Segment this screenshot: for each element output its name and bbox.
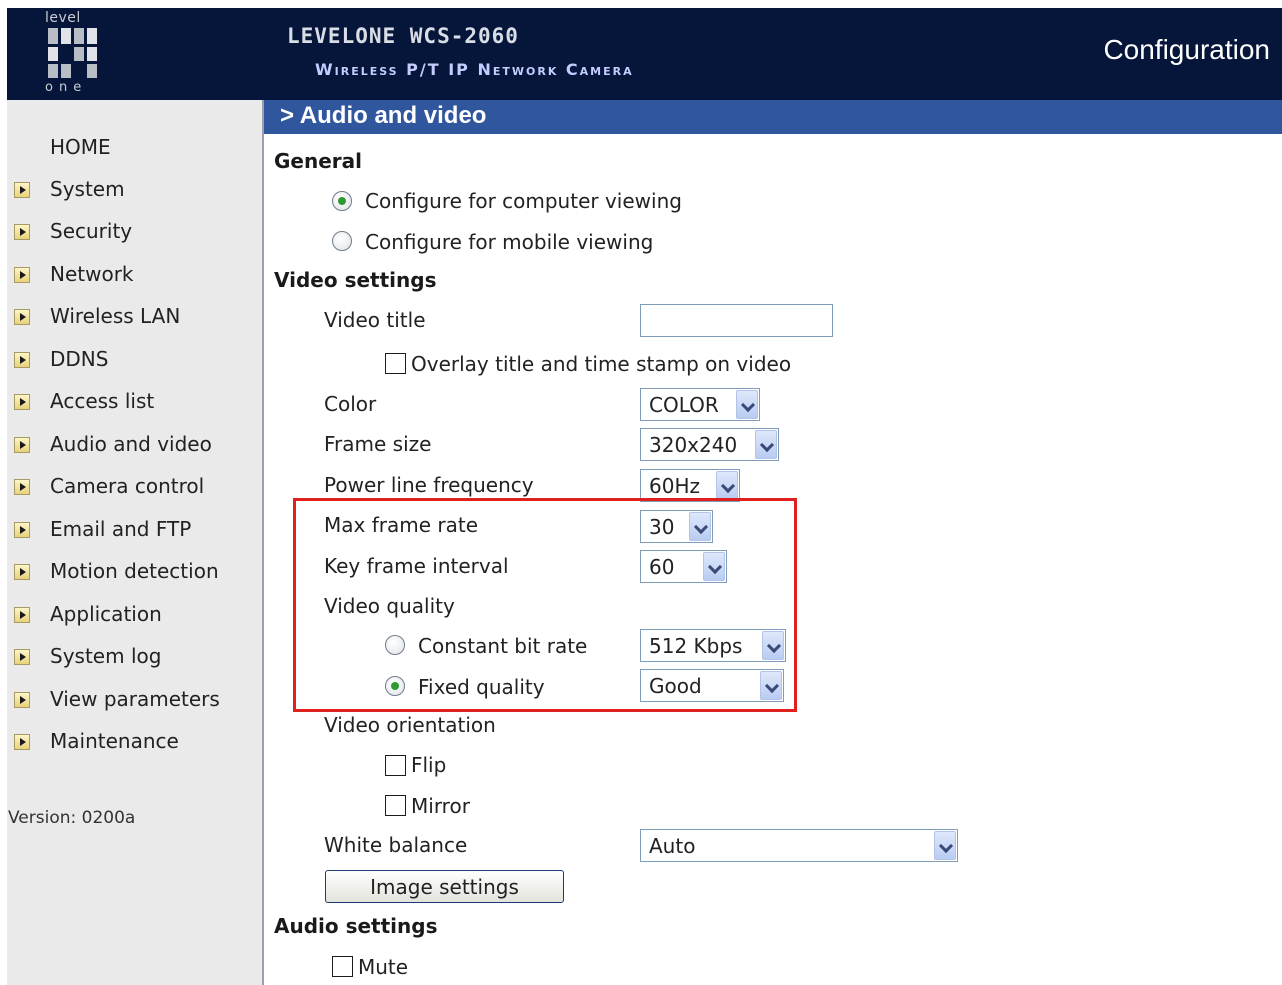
arrow-right-icon [14, 267, 30, 283]
firmware-version: Version: 0200a [8, 808, 136, 828]
page-title: Configuration [1103, 34, 1270, 65]
sidebar-item-label: Audio and video [50, 432, 212, 456]
sidebar-item-label: Maintenance [50, 729, 179, 753]
sidebar-item-label: Email and FTP [50, 517, 192, 541]
mirror-label: Mirror [411, 794, 470, 818]
color-label: Color [324, 392, 377, 416]
arrow-right-icon [14, 309, 30, 325]
sidebar-item-label: System log [50, 644, 162, 668]
sidebar-divider [262, 100, 264, 985]
arrow-right-icon [14, 607, 30, 623]
mirror-checkbox[interactable] [385, 795, 406, 816]
flip-label: Flip [411, 753, 447, 777]
chevron-down-icon[interactable] [755, 430, 777, 459]
arrow-right-icon [14, 224, 30, 240]
sidebar-item-label: Motion detection [50, 559, 219, 583]
sidebar-item-label: System [50, 177, 125, 201]
general-heading: General [274, 149, 362, 173]
arrow-right-icon [14, 437, 30, 453]
sidebar-item-label: Application [50, 602, 162, 626]
mute-checkbox[interactable] [332, 956, 353, 977]
chevron-down-icon[interactable] [934, 831, 956, 860]
power-line-frequency-label: Power line frequency [324, 473, 534, 497]
sidebar-item-label: Wireless LAN [50, 304, 181, 328]
arrow-right-icon [14, 649, 30, 665]
arrow-right-icon [14, 352, 30, 368]
product-description: Wireless P/T IP Network Camera [315, 60, 634, 79]
sidebar-item-label: View parameters [50, 687, 220, 711]
arrow-right-icon [14, 182, 30, 198]
sidebar-item-label: DDNS [50, 347, 109, 371]
arrow-right-icon [14, 564, 30, 580]
power-line-frequency-select-value: 60Hz [649, 474, 700, 498]
video-settings-heading: Video settings [274, 268, 437, 292]
color-select[interactable]: COLOR [640, 388, 760, 421]
white-balance-select-value: Auto [649, 834, 696, 858]
sidebar-item-label: HOME [50, 135, 111, 159]
arrow-right-icon [14, 479, 30, 495]
overlay-checkbox[interactable] [385, 353, 406, 374]
arrow-right-icon [14, 734, 30, 750]
image-settings-button[interactable]: Image settings [325, 870, 564, 903]
arrow-right-icon [14, 692, 30, 708]
levelone-logo: level one [45, 10, 107, 96]
section-title: > Audio and video [280, 102, 487, 129]
sidebar-item-label: Access list [50, 389, 155, 413]
mute-label: Mute [358, 955, 409, 979]
mobile-viewing-label: Configure for mobile viewing [365, 230, 654, 254]
frame-size-label: Frame size [324, 432, 432, 456]
product-name: LEVELONE WCS-2060 [287, 24, 519, 48]
computer-viewing-label: Configure for computer viewing [365, 189, 682, 213]
section-header-bar: > Audio and video [264, 100, 1282, 134]
video-title-label: Video title [324, 308, 426, 332]
video-title-input[interactable] [640, 304, 833, 337]
highlight-annotation-box [293, 498, 797, 712]
frame-size-select-value: 320x240 [649, 433, 738, 457]
white-balance-select[interactable]: Auto [640, 829, 958, 862]
sidebar-nav: HOME System Security Network Wireless LA… [7, 100, 262, 985]
chevron-down-icon[interactable] [736, 390, 758, 419]
white-balance-label: White balance [324, 833, 468, 857]
sidebar-item-label: Camera control [50, 474, 205, 498]
computer-viewing-radio[interactable] [332, 191, 352, 211]
color-select-value: COLOR [649, 393, 719, 417]
sidebar-item-label: Security [50, 219, 133, 243]
flip-checkbox[interactable] [385, 755, 406, 776]
app-header: level one LEVELONE WCS-2060 Wireless P/T… [7, 8, 1282, 100]
video-orientation-label: Video orientation [324, 713, 496, 737]
chevron-down-icon[interactable] [716, 471, 738, 500]
arrow-right-icon [14, 522, 30, 538]
mobile-viewing-radio[interactable] [332, 231, 352, 251]
overlay-label: Overlay title and time stamp on video [411, 352, 792, 376]
sidebar-item-label: Network [50, 262, 134, 286]
frame-size-select[interactable]: 320x240 [640, 428, 779, 461]
arrow-right-icon [14, 394, 30, 410]
audio-settings-heading: Audio settings [274, 914, 438, 938]
logo-text-bottom: one [45, 80, 88, 95]
